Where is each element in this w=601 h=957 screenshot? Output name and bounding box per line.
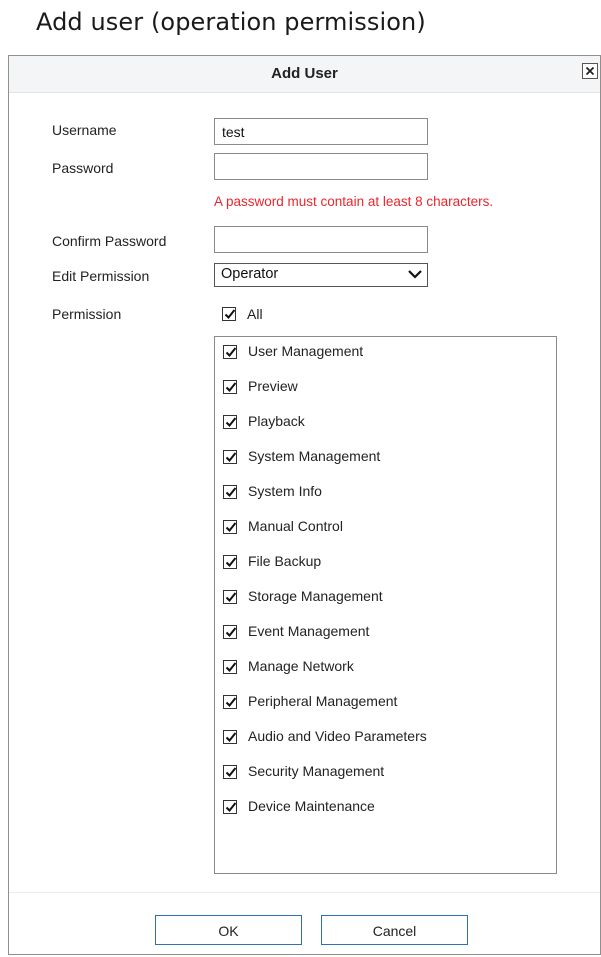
- permission-label: User Management: [248, 343, 364, 359]
- permission-label: Manage Network: [248, 658, 354, 674]
- permission-checkbox[interactable]: [223, 625, 237, 639]
- permission-item[interactable]: Manage Network: [215, 657, 556, 677]
- permission-checkbox[interactable]: [223, 555, 237, 569]
- checkmark-icon: [225, 697, 237, 707]
- permission-label: Permission: [52, 306, 122, 322]
- permission-item[interactable]: System Info: [215, 482, 556, 502]
- permission-label: Event Management: [248, 623, 370, 639]
- permission-label: System Management: [248, 448, 381, 464]
- permission-checkbox[interactable]: [223, 590, 237, 604]
- password-hint: A password must contain at least 8 chara…: [214, 194, 494, 209]
- confirm-password-input[interactable]: [214, 226, 428, 253]
- checkmark-icon: [225, 767, 237, 777]
- checkmark-icon: [225, 732, 237, 742]
- checkmark-icon: [225, 802, 237, 812]
- edit-permission-label: Edit Permission: [52, 268, 150, 284]
- permission-list: User Management Preview Playback System …: [214, 336, 557, 874]
- permission-checkbox[interactable]: [223, 660, 237, 674]
- dialog-titlebar: Add User: [9, 56, 600, 93]
- checkmark-icon: [225, 487, 237, 497]
- permission-item[interactable]: User Management: [215, 342, 556, 362]
- dialog-footer: OK Cancel: [9, 892, 600, 957]
- permission-item[interactable]: Event Management: [215, 622, 556, 642]
- permission-checkbox[interactable]: [223, 485, 237, 499]
- permission-checkbox[interactable]: [223, 800, 237, 814]
- edit-permission-select[interactable]: Operator: [214, 263, 428, 287]
- permission-checkbox[interactable]: [223, 415, 237, 429]
- cancel-button[interactable]: Cancel: [321, 915, 468, 945]
- permission-checkbox[interactable]: [223, 520, 237, 534]
- page-caption: Add user (operation permission): [36, 8, 426, 36]
- ok-button[interactable]: OK: [155, 915, 302, 945]
- permission-label: System Info: [248, 483, 322, 499]
- permission-checkbox[interactable]: [223, 695, 237, 709]
- checkmark-icon: [225, 592, 237, 602]
- permission-checkbox[interactable]: [223, 765, 237, 779]
- permission-label: Playback: [248, 413, 305, 429]
- permission-item[interactable]: Storage Management: [215, 587, 556, 607]
- permission-label: Device Maintenance: [248, 798, 375, 814]
- add-user-dialog: Add User Username Password A password mu…: [8, 55, 601, 955]
- dialog-title: Add User: [271, 65, 338, 82]
- permission-item[interactable]: Audio and Video Parameters: [215, 727, 556, 747]
- close-icon: [585, 66, 595, 76]
- checkmark-icon: [225, 557, 237, 567]
- permission-item[interactable]: Manual Control: [215, 517, 556, 537]
- checkmark-icon: [224, 309, 236, 319]
- password-label: Password: [52, 160, 114, 176]
- permission-label: Storage Management: [248, 588, 383, 604]
- checkmark-icon: [225, 662, 237, 672]
- checkmark-icon: [225, 522, 237, 532]
- permission-label: File Backup: [248, 553, 322, 569]
- permission-checkbox[interactable]: [223, 345, 237, 359]
- permission-item[interactable]: Peripheral Management: [215, 692, 556, 712]
- permission-label: Security Management: [248, 763, 385, 779]
- permission-item[interactable]: File Backup: [215, 552, 556, 572]
- password-input[interactable]: [214, 153, 428, 180]
- username-input[interactable]: [214, 118, 428, 145]
- permission-item[interactable]: System Management: [215, 447, 556, 467]
- checkmark-icon: [225, 417, 237, 427]
- permission-item[interactable]: Preview: [215, 377, 556, 397]
- checkmark-icon: [225, 452, 237, 462]
- permission-label: Manual Control: [248, 518, 343, 534]
- checkmark-icon: [225, 382, 237, 392]
- close-button[interactable]: [582, 63, 598, 79]
- permission-label: Preview: [248, 378, 298, 394]
- all-checkbox[interactable]: [222, 307, 236, 321]
- confirm-password-label: Confirm Password: [52, 233, 167, 249]
- permission-item[interactable]: Playback: [215, 412, 556, 432]
- username-label: Username: [52, 122, 117, 138]
- permission-checkbox[interactable]: [223, 450, 237, 464]
- permission-label: Audio and Video Parameters: [248, 728, 427, 744]
- all-checkbox-label: All: [247, 306, 263, 322]
- checkmark-icon: [225, 347, 237, 357]
- permission-label: Peripheral Management: [248, 693, 398, 709]
- permission-checkbox[interactable]: [223, 730, 237, 744]
- chevron-down-icon: [408, 270, 422, 279]
- permission-checkbox[interactable]: [223, 380, 237, 394]
- edit-permission-value: Operator: [221, 266, 279, 282]
- checkmark-icon: [225, 627, 237, 637]
- permission-item[interactable]: Device Maintenance: [215, 797, 556, 817]
- permission-item[interactable]: Security Management: [215, 762, 556, 782]
